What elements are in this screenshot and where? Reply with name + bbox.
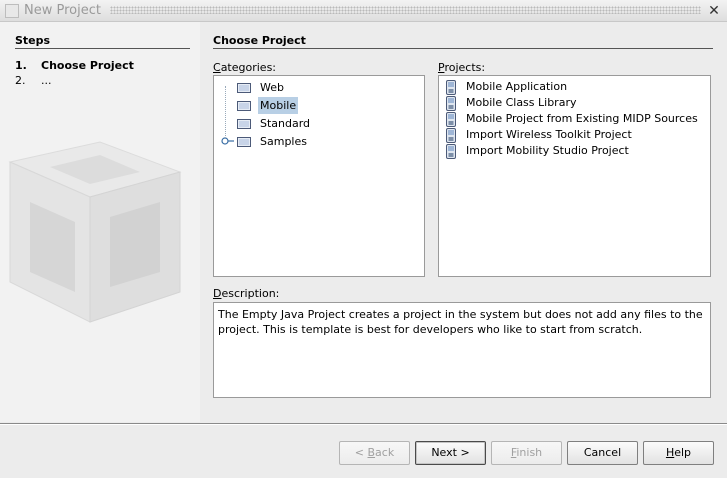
label-text: ategories: (220, 61, 277, 74)
category-label: Standard (260, 117, 311, 130)
categories-tree[interactable]: Web Mobile Standard Samples (213, 75, 425, 277)
mnemonic: H (665, 446, 675, 459)
label-text: escription: (221, 287, 280, 300)
title-divider (213, 48, 713, 49)
description-area[interactable]: The Empty Java Project creates a project… (213, 302, 711, 398)
step-1: 1. Choose Project (15, 59, 134, 72)
mnemonic: C (213, 61, 221, 74)
folder-icon (237, 137, 251, 147)
category-mobile[interactable]: Mobile (237, 97, 417, 114)
category-web[interactable]: Web (237, 79, 417, 96)
tree-expand-handle-icon[interactable] (221, 136, 235, 146)
watermark-cube-graphic (8, 141, 182, 323)
page-title: Choose Project (213, 34, 306, 47)
back-button[interactable]: < Back (339, 441, 410, 465)
step-number: 1. (15, 59, 27, 72)
mnemonic: B (367, 446, 376, 459)
category-label: Web (260, 81, 284, 94)
close-icon[interactable]: ✕ (706, 3, 722, 19)
project-label: Import Mobility Studio Project (466, 144, 629, 157)
tree-guide-line (225, 86, 226, 138)
project-label: Mobile Class Library (466, 96, 577, 109)
step-label: ... (41, 74, 52, 87)
description-text: The Empty Java Project creates a project… (218, 308, 703, 336)
category-samples[interactable]: Samples (237, 133, 417, 150)
window-icon (5, 4, 19, 18)
mobile-project-icon (446, 96, 456, 111)
finish-button[interactable]: Finish (491, 441, 562, 465)
next-button[interactable]: Next > (415, 441, 486, 465)
categories-label: Categories: (213, 61, 276, 74)
steps-divider (15, 48, 190, 49)
title-bar: New Project ✕ (0, 0, 727, 22)
steps-panel: Steps 1. Choose Project 2.... (0, 22, 200, 422)
mnemonic: F (510, 446, 517, 459)
window-title: New Project (24, 3, 101, 18)
mobile-project-icon (446, 112, 456, 127)
mobile-project-icon (446, 144, 456, 159)
label-text: rojects: (444, 61, 486, 74)
footer-divider-highlight (0, 424, 727, 425)
category-label: Mobile (258, 97, 299, 114)
description-label: Description: (213, 287, 279, 300)
projects-label: Projects: (438, 61, 485, 74)
project-label: Import Wireless Toolkit Project (466, 128, 632, 141)
cancel-button[interactable]: Cancel (567, 441, 638, 465)
folder-icon (237, 119, 251, 129)
mobile-project-icon (446, 80, 456, 95)
step-label: Choose Project (41, 59, 134, 72)
folder-icon (237, 101, 251, 111)
help-button[interactable]: Help (643, 441, 714, 465)
category-label: Samples (260, 135, 307, 148)
step-number: 2. (15, 74, 26, 87)
folder-icon (237, 83, 251, 93)
projects-list[interactable]: Mobile Application Mobile Class Library … (438, 75, 711, 277)
step-2: 2.... (15, 74, 52, 87)
project-label: Mobile Project from Existing MIDP Source… (466, 112, 698, 125)
project-label: Mobile Application (466, 80, 568, 93)
category-standard[interactable]: Standard (237, 115, 417, 132)
title-bar-grip (110, 6, 701, 14)
steps-title: Steps (15, 34, 51, 47)
mobile-project-icon (446, 128, 456, 143)
